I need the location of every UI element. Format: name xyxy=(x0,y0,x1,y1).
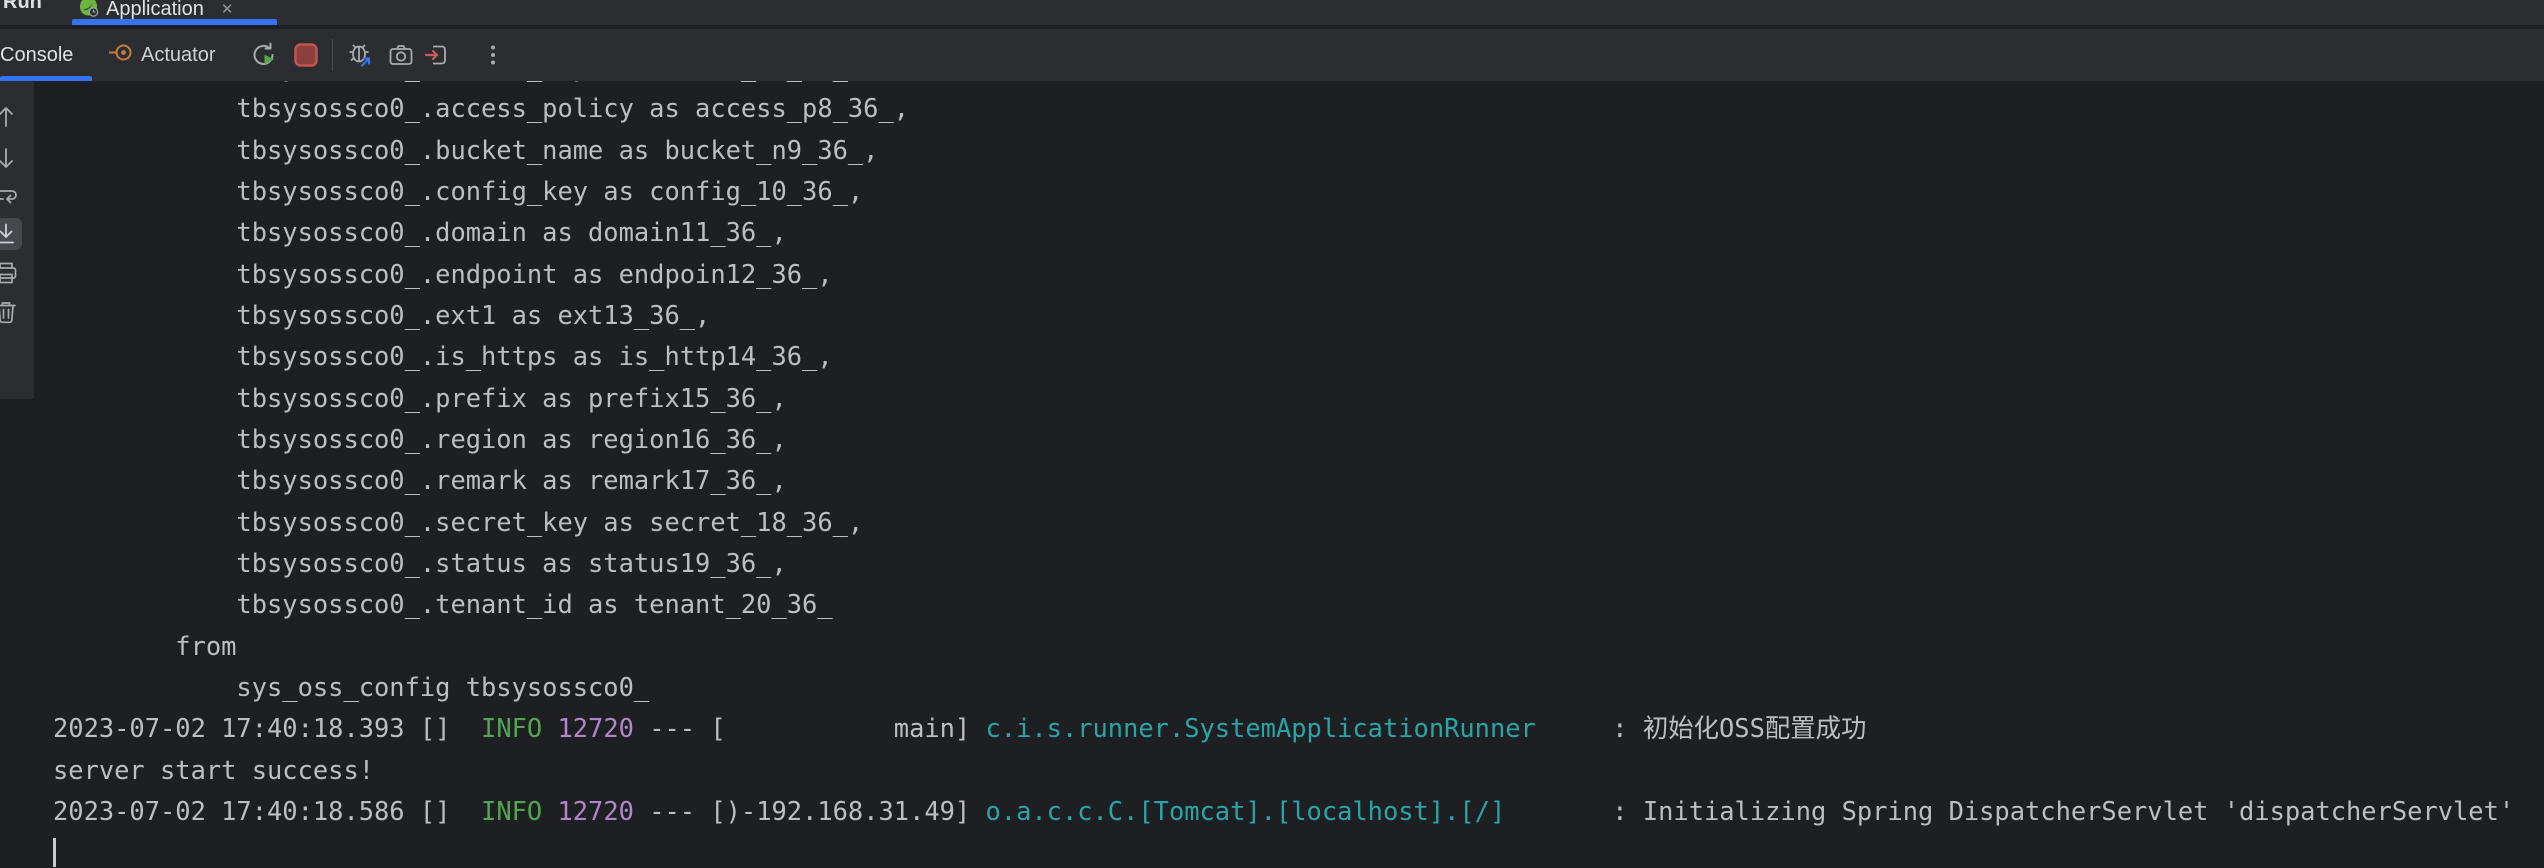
console-line: tbsysossco0_.tenant_id as tenant_20_36_ xyxy=(53,584,2544,625)
tool-window-title: Run xyxy=(3,0,42,14)
console-line: tbsysossco0_.bucket_name as bucket_n9_36… xyxy=(53,130,2544,171)
console-line: tbsysossco0_.access_policy as access_p8_… xyxy=(53,88,2544,129)
tab-application-label: Application xyxy=(106,0,204,21)
console-line: tbsysossco0_.prefix as prefix15_36_, xyxy=(53,378,2544,419)
console-line: tbsysossco0_.config_key as config_10_36_… xyxy=(53,171,2544,212)
console-line: tbsysossco0_.region as region16_36_, xyxy=(53,419,2544,460)
console-output: tbsysossco0_.access_key as access_k7_36_… xyxy=(0,81,2544,868)
console-line: sys_oss_config tbsysossco0_ xyxy=(53,667,2544,708)
rerun-button[interactable] xyxy=(251,42,277,68)
stop-button[interactable] xyxy=(293,42,319,68)
camera-icon[interactable] xyxy=(388,42,414,68)
console-line: tbsysossco0_.ext1 as ext13_36_, xyxy=(53,295,2544,336)
console-line xyxy=(53,832,2544,868)
console-line: tbsysossco0_.remark as remark17_36_, xyxy=(53,460,2544,501)
close-tab-icon[interactable]: ✕ xyxy=(221,0,234,18)
exit-icon[interactable] xyxy=(423,42,449,68)
tab-console-label: Console xyxy=(0,44,73,67)
console-line: tbsysossco0_.access_key as access_k7_36_… xyxy=(53,81,2544,88)
more-options-icon[interactable] xyxy=(480,42,506,68)
actuator-icon xyxy=(108,40,133,71)
console-output-area[interactable]: tbsysossco0_.access_key as access_k7_36_… xyxy=(0,81,2544,868)
run-tab-strip: Run Application ✕ xyxy=(0,0,2544,27)
text-caret xyxy=(53,838,56,867)
console-line: 2023-07-02 17:40:18.586 [] INFO 12720 --… xyxy=(53,791,2544,832)
console-line: server start success! xyxy=(53,750,2544,791)
console-line: tbsysossco0_.endpoint as endpoin12_36_, xyxy=(53,254,2544,295)
tab-actuator-label: Actuator xyxy=(141,44,215,67)
tab-actuator[interactable]: Actuator xyxy=(108,29,215,81)
console-line: from xyxy=(53,626,2544,667)
console-line: tbsysossco0_.is_https as is_http14_36_, xyxy=(53,336,2544,377)
tab-selected-underline xyxy=(72,19,277,25)
console-line: tbsysossco0_.status as status19_36_, xyxy=(53,543,2544,584)
attach-debugger-button[interactable] xyxy=(347,42,373,68)
run-tool-window: Run Application ✕ Console xyxy=(0,0,2544,868)
tab-console[interactable]: Console xyxy=(0,29,83,81)
toolbar-separator xyxy=(332,39,333,71)
console-line: 2023-07-02 17:40:18.393 [] INFO 12720 --… xyxy=(53,708,2544,749)
console-line: tbsysossco0_.secret_key as secret_18_36_… xyxy=(53,502,2544,543)
console-line: tbsysossco0_.domain as domain11_36_, xyxy=(53,212,2544,253)
run-toolbar: Console Actuator xyxy=(0,29,2544,81)
